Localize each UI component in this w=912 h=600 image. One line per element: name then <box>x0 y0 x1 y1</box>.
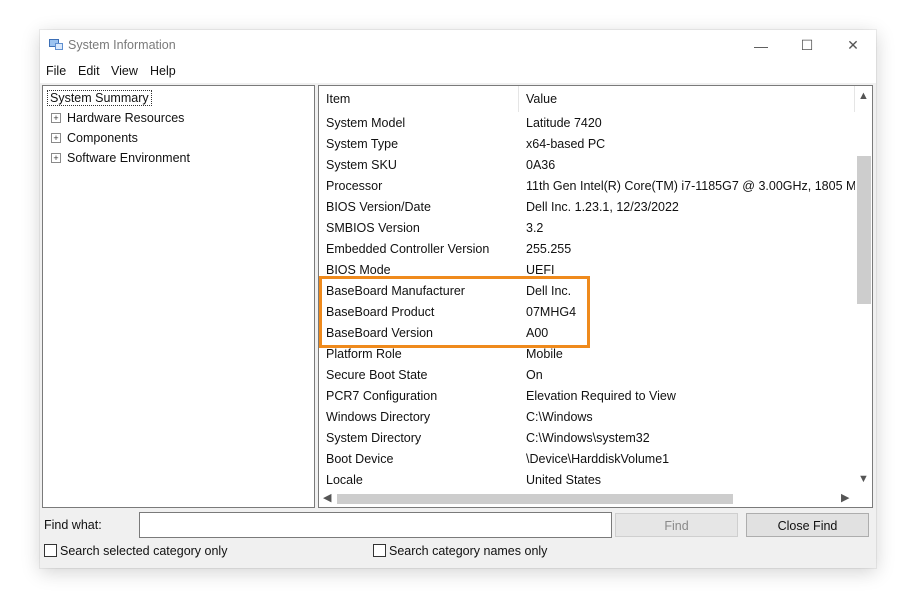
tree-item-label: Components <box>67 131 138 145</box>
item-cell: SMBIOS Version <box>326 221 420 235</box>
expand-icon[interactable]: + <box>51 113 61 123</box>
close-button[interactable]: ✕ <box>830 30 876 61</box>
scroll-up-icon[interactable]: ▲ <box>858 90 869 102</box>
item-cell: BIOS Version/Date <box>326 200 431 214</box>
value-cell: Elevation Required to View <box>526 389 676 403</box>
maximize-button[interactable]: ☐ <box>784 30 830 61</box>
menu-view[interactable]: View <box>111 64 138 78</box>
value-cell: Dell Inc. <box>526 284 572 298</box>
item-cell: Platform Role <box>326 347 402 361</box>
menu-bar: File Edit View Help <box>40 61 876 83</box>
value-cell: UEFI <box>526 263 555 277</box>
menu-edit[interactable]: Edit <box>78 64 100 78</box>
minimize-button[interactable]: — <box>738 30 784 61</box>
tree-item-label: System Summary <box>47 90 152 106</box>
item-cell: Windows Directory <box>326 410 431 424</box>
find-what-input[interactable] <box>139 512 612 538</box>
expand-icon[interactable]: + <box>51 153 61 163</box>
tree-item-hardware-resources[interactable]: + Hardware Resources <box>51 108 186 128</box>
value-cell: On <box>526 368 543 382</box>
value-cell: C:\Windows <box>526 410 593 424</box>
value-cell: 0A36 <box>526 158 556 172</box>
column-header-value[interactable]: Value <box>519 86 855 112</box>
value-cell: x64-based PC <box>526 137 606 151</box>
item-cell: Processor <box>326 179 383 193</box>
title-bar[interactable]: System Information — ☐ ✕ <box>40 30 876 61</box>
value-cell: United States <box>526 473 602 487</box>
tree-item-system-summary[interactable]: System Summary <box>47 88 152 108</box>
find-button[interactable]: Find <box>615 513 738 537</box>
window-title: System Information <box>68 38 176 52</box>
tree-item-software-environment[interactable]: + Software Environment <box>51 148 192 168</box>
system-information-app-icon <box>49 39 63 50</box>
tree-item-components[interactable]: + Components <box>51 128 140 148</box>
value-cell: C:\Windows\system32 <box>526 431 650 445</box>
search-selected-category-checkbox[interactable] <box>44 544 57 557</box>
tree-item-label: Hardware Resources <box>67 111 185 125</box>
value-cell: 3.2 <box>526 221 544 235</box>
item-cell: BIOS Mode <box>326 263 391 277</box>
horizontal-scroll-thumb[interactable] <box>337 494 733 504</box>
category-tree[interactable]: System Summary + Hardware Resources + Co… <box>42 85 315 508</box>
item-cell: BaseBoard Version <box>326 326 434 340</box>
system-information-window: System Information — ☐ ✕ File Edit View … <box>40 30 876 568</box>
menu-help[interactable]: Help <box>150 64 176 78</box>
item-cell: BaseBoard Product <box>326 305 435 319</box>
value-cell: Mobile <box>526 347 563 361</box>
value-cell: Dell Inc. 1.23.1, 12/23/2022 <box>526 200 679 214</box>
item-cell: Locale <box>326 473 363 487</box>
search-category-names-label: Search category names only <box>389 544 548 558</box>
item-cell: BaseBoard Manufacturer <box>326 284 465 298</box>
item-cell: System Type <box>326 137 399 151</box>
scroll-left-icon[interactable]: ◀ <box>323 491 331 504</box>
item-cell: Embedded Controller Version <box>326 242 490 256</box>
value-cell: Latitude 7420 <box>526 116 602 130</box>
vertical-scroll-thumb[interactable] <box>857 156 871 304</box>
find-what-label: Find what: <box>44 518 102 532</box>
column-header-item[interactable]: Item <box>319 86 519 112</box>
item-cell: System Model <box>326 116 406 130</box>
details-list[interactable]: Item Value System Model Latitude 7420 Sys… <box>318 85 873 508</box>
value-cell: \Device\HarddiskVolume1 <box>526 452 670 466</box>
value-cell: 255.255 <box>526 242 572 256</box>
item-cell: Secure Boot State <box>326 368 428 382</box>
item-cell: System Directory <box>326 431 422 445</box>
search-category-names-checkbox[interactable] <box>373 544 386 557</box>
menu-file[interactable]: File <box>46 64 66 78</box>
scroll-down-icon[interactable]: ▼ <box>858 473 869 485</box>
expand-icon[interactable]: + <box>51 133 61 143</box>
item-cell: System SKU <box>326 158 397 172</box>
value-cell: 07MHG4 <box>526 305 577 319</box>
vertical-scrollbar[interactable]: ▲ ▼ <box>855 86 872 489</box>
value-cell: A00 <box>526 326 549 340</box>
value-cell: 11th Gen Intel(R) Core(TM) i7-1185G7 @ 3… <box>526 179 870 193</box>
item-cell: PCR7 Configuration <box>326 389 438 403</box>
search-selected-category-label: Search selected category only <box>60 544 228 558</box>
item-cell: Boot Device <box>326 452 394 466</box>
search-selected-category-option[interactable]: Search selected category only <box>44 544 227 558</box>
horizontal-scrollbar[interactable]: ◀ ▶ <box>319 490 855 507</box>
search-category-names-option[interactable]: Search category names only <box>373 544 547 558</box>
scroll-right-icon[interactable]: ▶ <box>841 491 849 504</box>
close-find-button[interactable]: Close Find <box>746 513 869 537</box>
tree-item-label: Software Environment <box>67 151 190 165</box>
